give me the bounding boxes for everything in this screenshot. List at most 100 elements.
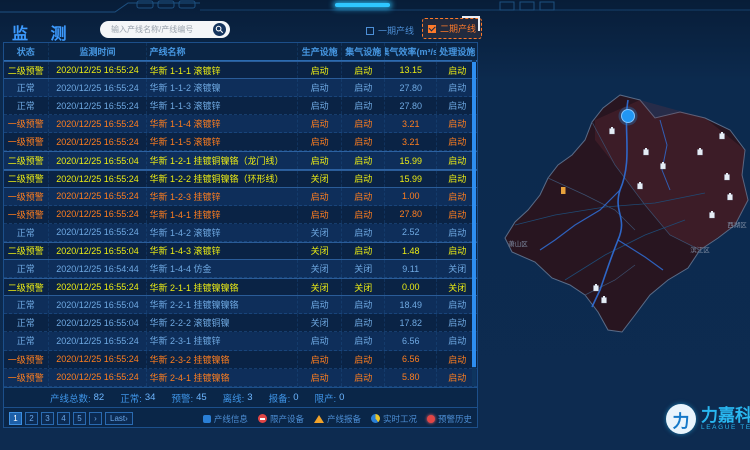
worker-marker[interactable] xyxy=(561,187,566,194)
table-row[interactable]: 二级预警2020/12/25 16:55:24华新 1-1-1 滚镀锌启动启动1… xyxy=(4,61,477,79)
table-row[interactable]: 正常2020/12/25 16:55:24华新 1-1-2 滚镀镍启动启动27.… xyxy=(4,79,477,97)
cell-prod: 启动 xyxy=(298,152,343,168)
cell-eff: 3.21 xyxy=(385,115,437,132)
table-row[interactable]: 一级预警2020/12/25 16:55:24华新 2-3-2 挂镀镍铬启动启动… xyxy=(4,351,477,369)
cell-eff: 17.82 xyxy=(385,314,437,331)
cell-gas: 关闭 xyxy=(342,260,385,277)
cell-prod: 关闭 xyxy=(298,279,343,295)
summary-value: 45 xyxy=(196,392,207,403)
cell-name: 华新 1-1-1 滚镀锌 xyxy=(147,62,297,78)
alarm-dot-icon xyxy=(427,415,435,423)
cell-name: 华新 2-2-1 挂镀镍镍铬 xyxy=(147,296,297,313)
table-header: 状态监测时间产线名称生产设施集气设施集气效率(m³/s)处理设施 xyxy=(4,43,477,61)
cell-name: 华新 2-1-1 挂镀镍镍铬 xyxy=(147,279,297,295)
summary-value: 82 xyxy=(94,392,105,403)
legend-item-gauge[interactable]: 实时工况 xyxy=(371,413,417,425)
table-row[interactable]: 一级预警2020/12/25 16:55:24华新 1-4-1 挂镀锌启动启动2… xyxy=(4,206,477,224)
cell-time: 2020/12/25 16:55:24 xyxy=(49,279,148,295)
cell-status: 正常 xyxy=(4,97,49,114)
legend-label: 实时工况 xyxy=(383,413,417,425)
search-button[interactable] xyxy=(213,23,226,36)
cell-time: 2020/12/25 16:55:24 xyxy=(49,79,148,96)
cell-name: 华新 1-4-3 滚镀锌 xyxy=(147,243,297,259)
cell-prod: 启动 xyxy=(298,62,343,78)
table-row[interactable]: 正常2020/12/25 16:55:24华新 2-3-1 挂镀锌启动启动6.5… xyxy=(4,332,477,350)
table-row[interactable]: 正常2020/12/25 16:54:44华新 1-4-4 仿金关闭关闭9.11… xyxy=(4,260,477,278)
table-row[interactable]: 一级预警2020/12/25 16:55:24华新 1-1-5 滚镀锌启动启动3… xyxy=(4,133,477,151)
table-row[interactable]: 二级预警2020/12/25 16:55:04华新 1-2-1 挂镀铜镍铬（龙门… xyxy=(4,151,477,169)
table-row[interactable]: 正常2020/12/25 16:55:04华新 2-2-2 滚镀铜镍关闭启动17… xyxy=(4,314,477,332)
map-legend: 产线信息限产设备产线报备 实时工况预警历史 xyxy=(203,413,472,425)
table-row[interactable]: 一级预警2020/12/25 16:55:24华新 2-4-1 挂镀镍铬启动启动… xyxy=(4,369,477,387)
summary-value: 3 xyxy=(247,392,252,403)
table-row[interactable]: 正常2020/12/25 16:55:04华新 2-2-1 挂镀镍镍铬启动启动1… xyxy=(4,296,477,314)
alert-marker[interactable] xyxy=(622,110,635,123)
cell-time: 2020/12/25 16:55:24 xyxy=(49,351,148,368)
cell-prod: 启动 xyxy=(298,296,343,313)
cell-eff: 13.15 xyxy=(385,62,437,78)
monitor-table-panel: 状态监测时间产线名称生产设施集气设施集气效率(m³/s)处理设施 二级预警202… xyxy=(3,42,478,428)
page-button[interactable]: 3 xyxy=(41,412,54,425)
cell-status: 正常 xyxy=(4,332,49,349)
table-row[interactable]: 二级预警2020/12/25 16:55:04华新 1-4-3 滚镀锌关闭启动1… xyxy=(4,242,477,260)
cell-gas: 启动 xyxy=(342,152,385,168)
cell-eff: 15.99 xyxy=(385,152,437,168)
cell-prod: 关闭 xyxy=(298,314,343,331)
summary-value: 34 xyxy=(145,392,156,403)
summary-item: 限产:0 xyxy=(315,391,345,405)
gauge-icon xyxy=(371,414,380,423)
cell-name: 华新 1-4-1 挂镀锌 xyxy=(147,206,297,223)
phase1-checkbox[interactable]: 一期产线 xyxy=(366,24,414,37)
cell-gas: 启动 xyxy=(342,243,385,259)
page-button[interactable]: 4 xyxy=(57,412,70,425)
scrollbar-thumb[interactable] xyxy=(472,62,476,367)
column-header: 处理设施 xyxy=(437,43,477,60)
cell-name: 华新 1-1-2 滚镀镍 xyxy=(147,79,297,96)
cell-gas: 启动 xyxy=(342,97,385,114)
summary-value: 0 xyxy=(293,392,298,403)
table-scrollbar[interactable] xyxy=(472,60,476,386)
legend-item-alarm-dot[interactable]: 预警历史 xyxy=(427,413,472,425)
cell-eff: 1.00 xyxy=(385,188,437,205)
column-header: 集气效率(m³/s) xyxy=(385,43,437,60)
page-button[interactable]: 5 xyxy=(73,412,86,425)
table-row[interactable]: 二级预警2020/12/25 16:55:24华新 1-2-2 挂镀铜镍铬（环形… xyxy=(4,170,477,188)
cell-gas: 启动 xyxy=(342,171,385,187)
legend-item-report-triangle[interactable]: 产线报备 xyxy=(314,413,361,425)
cell-eff: 27.80 xyxy=(385,79,437,96)
cell-name: 华新 1-2-1 挂镀铜镍铬（龙门线） xyxy=(147,152,297,168)
last-page-button[interactable]: Last› xyxy=(105,412,133,425)
table-row[interactable]: 一级预警2020/12/25 16:55:24华新 1-1-4 滚镀锌启动启动3… xyxy=(4,115,477,133)
cell-name: 华新 1-4-4 仿金 xyxy=(147,260,297,277)
district-map: 西湖区滨江区萧山区 xyxy=(495,85,750,355)
cell-time: 2020/12/25 16:55:04 xyxy=(49,152,148,168)
table-row[interactable]: 一级预警2020/12/25 16:55:24华新 1-2-3 挂镀锌启动启动1… xyxy=(4,188,477,206)
cell-time: 2020/12/25 16:55:04 xyxy=(49,243,148,259)
cell-gas: 关闭 xyxy=(342,279,385,295)
cell-name: 华新 1-1-3 滚镀锌 xyxy=(147,97,297,114)
page-button[interactable]: 2 xyxy=(25,412,38,425)
page-button[interactable]: 1 xyxy=(9,412,22,425)
cell-gas: 启动 xyxy=(342,224,385,241)
next-page-button[interactable]: › xyxy=(89,412,102,425)
legend-label: 产线信息 xyxy=(214,413,248,425)
table-row[interactable]: 二级预警2020/12/25 16:55:24华新 2-1-1 挂镀镍镍铬关闭关… xyxy=(4,278,477,296)
cell-eff: 18.49 xyxy=(385,296,437,313)
table-row[interactable]: 正常2020/12/25 16:55:24华新 1-4-2 滚镀锌关闭启动2.5… xyxy=(4,224,477,242)
cell-name: 华新 2-3-1 挂镀锌 xyxy=(147,332,297,349)
search-input[interactable] xyxy=(109,24,213,35)
cell-status: 正常 xyxy=(4,260,49,277)
table-row[interactable]: 正常2020/12/25 16:55:24华新 1-1-3 滚镀锌启动启动27.… xyxy=(4,97,477,115)
column-header: 集气设施 xyxy=(342,43,385,60)
cell-prod: 启动 xyxy=(298,97,343,114)
legend-item-info-square[interactable]: 产线信息 xyxy=(203,413,248,425)
cell-name: 华新 2-4-1 挂镀镍铬 xyxy=(147,369,297,386)
cell-eff: 27.80 xyxy=(385,206,437,223)
summary-item: 报备:0 xyxy=(269,391,299,405)
district-label: 滨江区 xyxy=(690,245,710,254)
column-header: 生产设施 xyxy=(298,43,343,60)
cell-time: 2020/12/25 16:55:24 xyxy=(49,188,148,205)
legend-item-limit-circle[interactable]: 限产设备 xyxy=(258,413,304,425)
pagination: 12345›Last› xyxy=(9,412,133,425)
district-label: 西湖区 xyxy=(727,220,747,229)
